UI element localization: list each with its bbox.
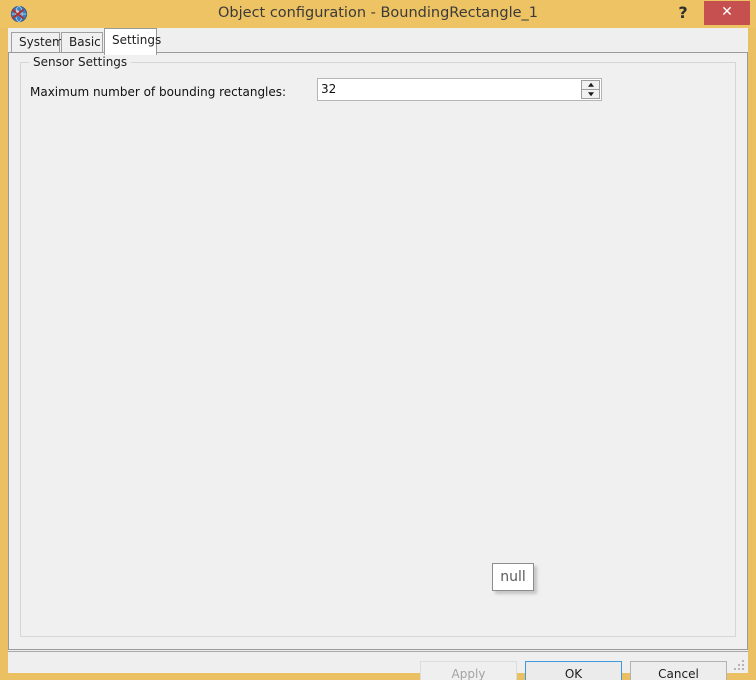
- dialog-window: Object configuration - BoundingRectangle…: [0, 0, 756, 680]
- title-bar[interactable]: Object configuration - BoundingRectangle…: [0, 0, 756, 28]
- max-rectangles-label: Maximum number of bounding rectangles:: [30, 85, 287, 99]
- max-rectangles-spinner[interactable]: [317, 78, 602, 101]
- tab-system[interactable]: System: [11, 32, 64, 53]
- tab-strip: System Basic Settings: [8, 28, 748, 55]
- window-title: Object configuration - BoundingRectangle…: [218, 5, 538, 21]
- max-rectangles-input[interactable]: [318, 79, 580, 100]
- help-button[interactable]: ?: [668, 0, 698, 26]
- spinner-down-button[interactable]: [582, 90, 599, 99]
- close-button[interactable]: ✕: [704, 1, 750, 25]
- tab-basic[interactable]: Basic: [61, 32, 103, 53]
- sensor-settings-groupbox: Sensor Settings Maximum number of boundi…: [20, 55, 736, 637]
- chevron-up-icon: [587, 82, 594, 87]
- groupbox-title: Sensor Settings: [29, 55, 132, 70]
- apply-button[interactable]: Apply: [420, 661, 517, 680]
- spinner-buttons: [581, 80, 600, 99]
- tab-page-settings: Sensor Settings Maximum number of boundi…: [8, 52, 748, 650]
- null-tooltip: null: [492, 563, 534, 591]
- spinner-up-button[interactable]: [582, 81, 599, 90]
- resize-grip[interactable]: [733, 659, 744, 670]
- dialog-body: System Basic Settings Sensor Settings Ma…: [8, 28, 748, 680]
- cancel-button[interactable]: Cancel: [630, 661, 727, 680]
- tab-settings[interactable]: Settings: [104, 28, 161, 55]
- ok-button[interactable]: OK: [525, 661, 622, 680]
- chevron-down-icon: [587, 91, 594, 96]
- dialog-button-bar: Apply OK Cancel: [8, 651, 748, 680]
